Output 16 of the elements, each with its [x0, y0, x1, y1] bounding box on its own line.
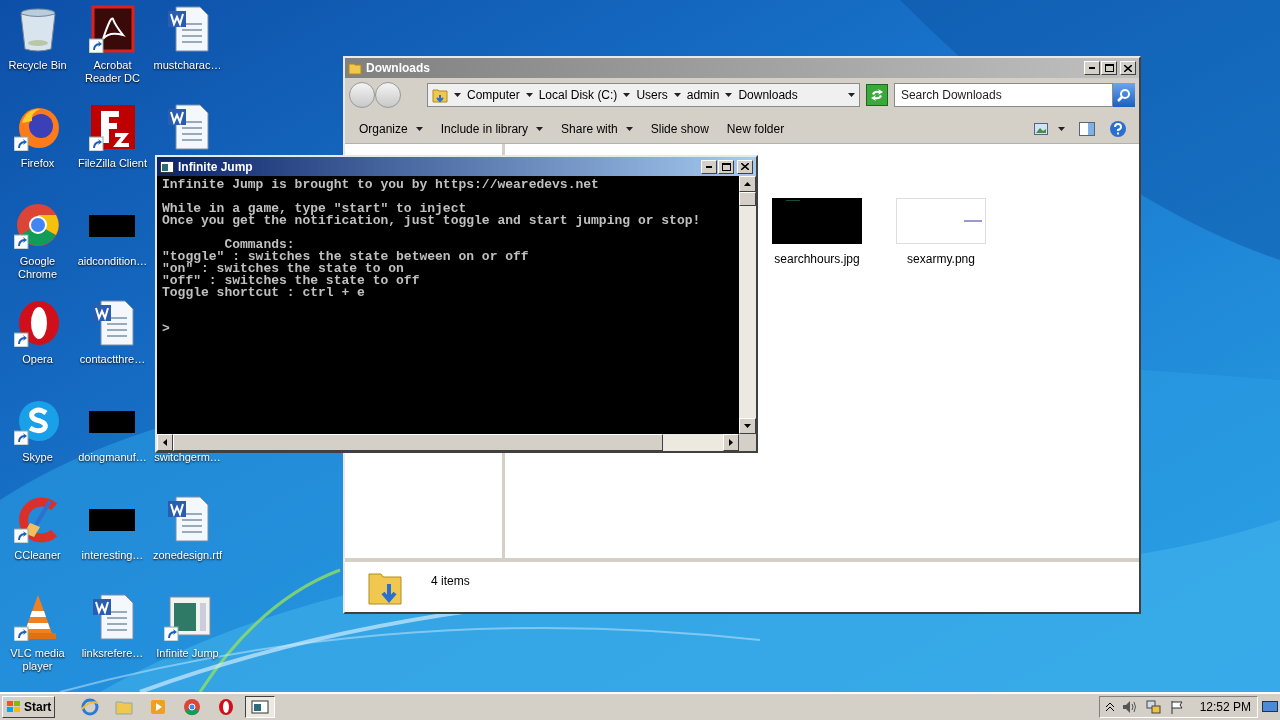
expand-icon[interactable] [1105, 702, 1114, 712]
console-icon [251, 698, 270, 716]
network-icon[interactable] [1145, 699, 1162, 715]
media-player-icon [149, 698, 168, 716]
browser-icon [183, 698, 202, 716]
folder-icon [115, 698, 134, 716]
browser-icon [217, 698, 236, 716]
start-button[interactable]: Start [2, 696, 56, 718]
browser-icon [81, 698, 100, 716]
taskbar-button[interactable] [245, 696, 276, 718]
flag-icon[interactable] [1169, 700, 1184, 714]
show-desktop-button[interactable] [1262, 700, 1278, 714]
windows-logo-icon [6, 700, 22, 714]
speaker-icon[interactable] [1121, 700, 1138, 714]
monitor-icon [1262, 701, 1278, 713]
clock[interactable]: 12:52 PM [1199, 698, 1251, 716]
